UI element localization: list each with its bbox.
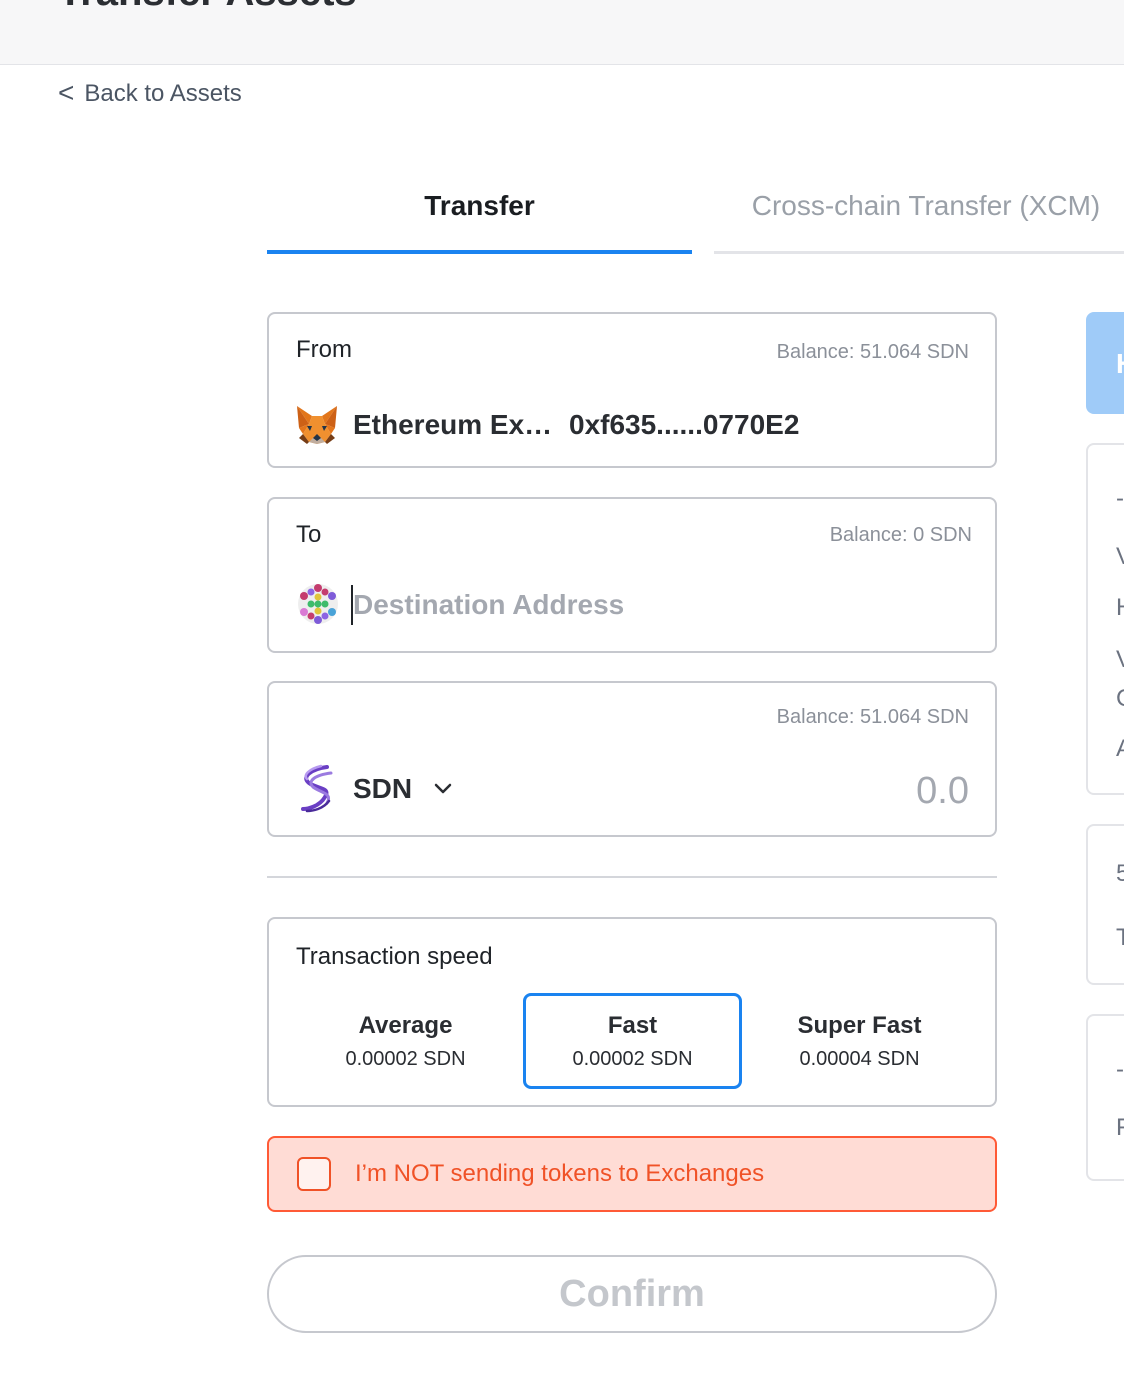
back-to-assets-link[interactable]: < Back to Assets [58, 76, 242, 108]
active-tab-indicator [267, 250, 692, 254]
transaction-speed-label: Transaction speed [296, 943, 493, 970]
speed-option-fee: 0.00002 SDN [572, 1048, 693, 1070]
exchange-warning-checkbox[interactable] [297, 1157, 331, 1191]
metamask-fox-icon [297, 406, 337, 444]
tab-transfer[interactable]: Transfer [267, 190, 692, 222]
amount-box: Balance: 51.064 SDN SDN [267, 681, 997, 837]
side-info-panel: - F [1086, 1014, 1124, 1181]
page-header: Transfer Assets [0, 0, 1124, 65]
shiden-sdn-icon [301, 764, 333, 813]
side-panel-text: - [1116, 1056, 1124, 1083]
side-panel-text: 5 [1116, 860, 1124, 888]
side-panel-text: H [1116, 594, 1124, 622]
token-name: SDN [353, 773, 413, 804]
to-label: To [296, 521, 322, 548]
amount-input[interactable] [669, 769, 969, 813]
section-divider [267, 876, 997, 878]
to-balance: Balance: 0 SDN [829, 524, 972, 546]
side-panel-text: C [1116, 685, 1124, 713]
transaction-speed-box: Transaction speed Average 0.00002 SDN Fa… [267, 917, 997, 1107]
polkadot-identicon-icon [298, 584, 338, 624]
speed-option-name: Super Fast [797, 1012, 922, 1039]
speed-option-name: Average [358, 1012, 453, 1039]
side-panel-text: F [1116, 1114, 1124, 1142]
destination-address-input[interactable] [351, 585, 973, 625]
side-info-panel: 5 T [1086, 824, 1124, 985]
side-panel-text: V [1116, 543, 1124, 571]
from-balance: Balance: 51.064 SDN [776, 341, 969, 363]
speed-option-super-fast[interactable]: Super Fast 0.00004 SDN [750, 993, 969, 1089]
from-label: From [296, 336, 352, 363]
tab-cross-chain-transfer[interactable]: Cross-chain Transfer (XCM) [714, 190, 1124, 222]
confirm-button[interactable]: Confirm [267, 1255, 997, 1333]
side-panel-text: A [1116, 735, 1124, 763]
side-panel-text: T [1116, 924, 1124, 952]
side-panel-text: - [1116, 485, 1124, 512]
chevron-left-icon: < [58, 76, 75, 108]
exchange-warning-box[interactable]: I’m NOT sending tokens to Exchanges [267, 1136, 997, 1212]
to-account-box: To Balance: 0 SDN [267, 497, 997, 653]
exchange-warning-text: I’m NOT sending tokens to Exchanges [355, 1160, 765, 1187]
side-action-button[interactable]: H [1086, 312, 1124, 414]
amount-balance: Balance: 51.064 SDN [776, 706, 969, 728]
back-link-label: Back to Assets [84, 80, 242, 107]
speed-option-name: Fast [607, 1012, 658, 1039]
page-title: Transfer Assets [58, 0, 357, 15]
from-account-address: 0xf635......0770E2 [569, 409, 800, 440]
speed-option-fee: 0.00002 SDN [345, 1048, 466, 1070]
speed-option-fee: 0.00004 SDN [799, 1048, 920, 1070]
side-panel-text: V [1116, 646, 1124, 674]
side-button-label: H [1116, 348, 1124, 380]
inactive-tab-indicator [714, 251, 1124, 254]
side-info-panel: - V H V C A [1086, 443, 1124, 795]
from-account-box: From Balance: 51.064 SDN Ethereum Extens… [267, 312, 997, 468]
speed-option-fast[interactable]: Fast 0.00002 SDN [523, 993, 742, 1089]
token-selector[interactable]: SDN [353, 773, 454, 805]
chevron-down-icon [434, 783, 452, 794]
from-account-name: Ethereum Extension [353, 409, 553, 440]
speed-option-average[interactable]: Average 0.00002 SDN [296, 993, 515, 1089]
